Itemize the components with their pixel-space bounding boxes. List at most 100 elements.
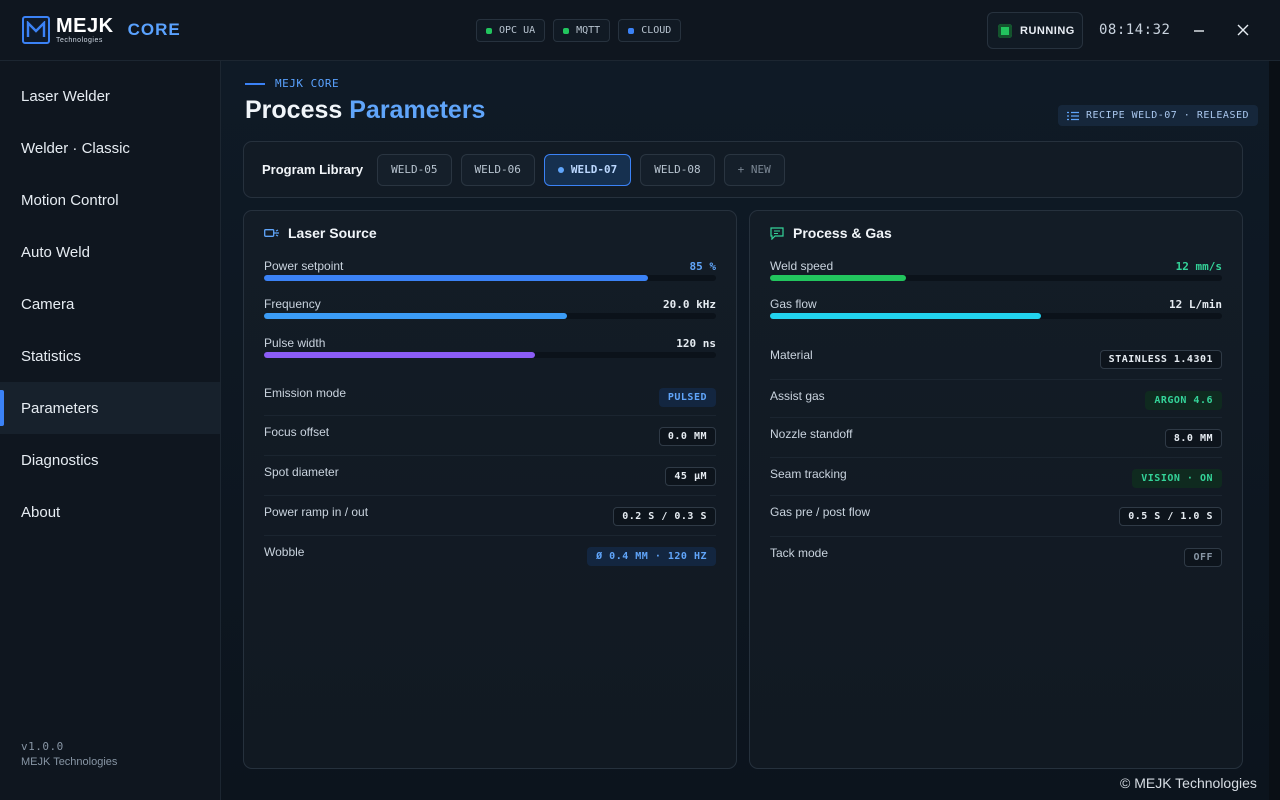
pulse-width-control[interactable]: Pulse width 120 ns — [264, 336, 716, 366]
field-value[interactable]: ARGON 4.6 — [1145, 391, 1222, 410]
app-window: MEJK Technologies CORE OPC UA MQTT CLOUD… — [0, 0, 1280, 800]
power-setpoint-control[interactable]: Power setpoint 85 % — [264, 259, 716, 289]
connection-label: MQTT — [576, 25, 601, 36]
process-gas-panel: Process & Gas Weld speed 12 mm/s Gas flo… — [749, 210, 1243, 769]
sidebar-item-label: Diagnostics — [21, 451, 99, 469]
bar-track[interactable] — [264, 313, 716, 319]
gas-pre-post-flow-row: Gas pre / post flow 0.5 S / 1.0 S — [770, 495, 1222, 535]
field-label: Focus offset — [264, 425, 330, 439]
assist-gas-row: Assist gas ARGON 4.6 — [770, 379, 1222, 419]
sidebar-item-diagnostics[interactable]: Diagnostics — [0, 434, 220, 486]
program-tab-weld-06[interactable]: WELD-06 — [460, 153, 535, 186]
bar-fill — [264, 275, 649, 281]
scrollbar[interactable] — [1269, 61, 1280, 800]
recipe-status-badge: RECIPE WELD-07 · RELEASED — [1058, 105, 1259, 126]
field-label: Assist gas — [770, 389, 825, 403]
page-title-main: Process — [245, 96, 343, 124]
bar-value: 20.0 kHz — [663, 298, 716, 311]
sidebar-item-laser-welder[interactable]: Laser Welder — [0, 70, 220, 122]
field-label: Spot diameter — [264, 465, 339, 479]
bar-fill — [264, 352, 536, 358]
status-dot-icon — [486, 27, 492, 34]
program-tab-weld-08[interactable]: WELD-08 — [640, 153, 715, 186]
wobble-row: Wobble Ø 0.4 MM · 120 HZ — [264, 535, 716, 575]
bar-track[interactable] — [770, 275, 1222, 281]
frequency-control[interactable]: Frequency 20.0 kHz — [264, 297, 716, 327]
sidebar-item-label: Auto Weld — [21, 243, 90, 261]
breadcrumb-line — [245, 82, 265, 85]
copyright-watermark: © MEJK Technologies — [1120, 775, 1257, 791]
field-value[interactable]: STAINLESS 1.4301 — [1099, 350, 1222, 369]
connection-label: CLOUD — [641, 25, 672, 36]
breadcrumb-label: MEJK CORE — [275, 77, 340, 90]
program-library-label: Program Library — [262, 162, 364, 177]
program-tab-label: WELD-08 — [654, 163, 701, 176]
status-dot-icon — [563, 27, 570, 34]
sidebar: Laser Welder Welder · Classic Motion Con… — [0, 61, 221, 800]
product-name: CORE — [127, 20, 181, 39]
field-value[interactable]: PULSED — [658, 388, 716, 407]
nozzle-standoff-row: Nozzle standoff 8.0 MM — [770, 417, 1222, 457]
program-tab-weld-07[interactable]: WELD-07 — [543, 153, 632, 186]
bar-label: Pulse width — [264, 336, 326, 350]
sidebar-item-label: Motion Control — [21, 191, 119, 209]
sidebar-item-statistics[interactable]: Statistics — [0, 330, 220, 382]
sidebar-item-motion-control[interactable]: Motion Control — [0, 174, 220, 226]
field-value[interactable]: OFF — [1184, 548, 1222, 567]
brand-subtitle: Technologies — [56, 37, 103, 44]
tack-mode-row: Tack mode OFF — [770, 536, 1222, 576]
program-tab-weld-05[interactable]: WELD-05 — [377, 153, 452, 186]
status-dot-icon — [628, 27, 635, 34]
connection-chip-opcua[interactable]: OPC UA — [476, 19, 546, 42]
focus-offset-row: Focus offset 0.0 MM — [264, 415, 716, 455]
field-value[interactable]: 0.5 S / 1.0 S — [1119, 507, 1222, 526]
field-value[interactable]: 45 µM — [665, 467, 716, 486]
selected-dot-icon — [557, 166, 564, 173]
page-title: Process Parameters — [245, 96, 485, 125]
sidebar-item-auto-weld[interactable]: Auto Weld — [0, 226, 220, 278]
weld-speed-control[interactable]: Weld speed 12 mm/s — [770, 259, 1222, 289]
sidebar-item-about[interactable]: About — [0, 486, 220, 538]
logo-mark-icon — [22, 16, 50, 44]
app-version: v1.0.0 — [21, 740, 64, 753]
field-value[interactable]: Ø 0.4 MM · 120 HZ — [587, 547, 716, 566]
recipe-status-label: RECIPE WELD-07 · RELEASED — [1086, 110, 1250, 121]
field-label: Gas pre / post flow — [770, 505, 871, 519]
field-label: Power ramp in / out — [264, 505, 369, 519]
sidebar-item-parameters[interactable]: Parameters — [0, 382, 220, 434]
laser-icon — [264, 229, 279, 237]
field-value[interactable]: 8.0 MM — [1164, 429, 1222, 448]
field-value[interactable]: 0.0 MM — [658, 427, 716, 446]
sidebar-item-camera[interactable]: Camera — [0, 278, 220, 330]
bar-track[interactable] — [264, 275, 716, 281]
emission-mode-row: Emission mode PULSED — [264, 377, 716, 417]
bar-label: Frequency — [264, 297, 321, 311]
new-program-button[interactable]: + NEW — [723, 153, 785, 186]
breadcrumb: MEJK CORE — [245, 77, 339, 90]
bar-track[interactable] — [264, 352, 716, 358]
connection-chip-mqtt[interactable]: MQTT — [553, 19, 611, 42]
connection-status-group: OPC UA MQTT CLOUD — [476, 19, 682, 42]
app-logo: MEJK Technologies CORE — [22, 16, 181, 44]
bar-label: Weld speed — [770, 259, 834, 273]
running-led-icon — [998, 23, 1012, 38]
panel-title: Laser Source — [288, 225, 377, 241]
program-tab-label: WELD-07 — [570, 163, 618, 176]
gas-flow-control[interactable]: Gas flow 12 L/min — [770, 297, 1222, 327]
field-value[interactable]: VISION · ON — [1132, 469, 1222, 488]
minimize-button[interactable] — [1186, 17, 1212, 43]
field-label: Tack mode — [770, 546, 829, 560]
brand-name: MEJK — [56, 15, 114, 37]
spot-diameter-row: Spot diameter 45 µM — [264, 455, 716, 495]
machine-status-indicator[interactable]: RUNNING — [987, 12, 1083, 49]
sidebar-item-label: Camera — [21, 295, 75, 313]
field-label: Nozzle standoff — [770, 427, 853, 441]
machine-status-label: RUNNING — [1020, 24, 1075, 37]
sidebar-item-label: Parameters — [21, 399, 99, 417]
sidebar-item-welder-classic[interactable]: Welder · Classic — [0, 122, 220, 174]
connection-chip-cloud[interactable]: CLOUD — [618, 19, 682, 42]
bar-track[interactable] — [770, 313, 1222, 319]
close-button[interactable] — [1230, 17, 1256, 43]
sidebar-item-label: About — [21, 503, 61, 521]
field-value[interactable]: 0.2 S / 0.3 S — [613, 507, 716, 526]
